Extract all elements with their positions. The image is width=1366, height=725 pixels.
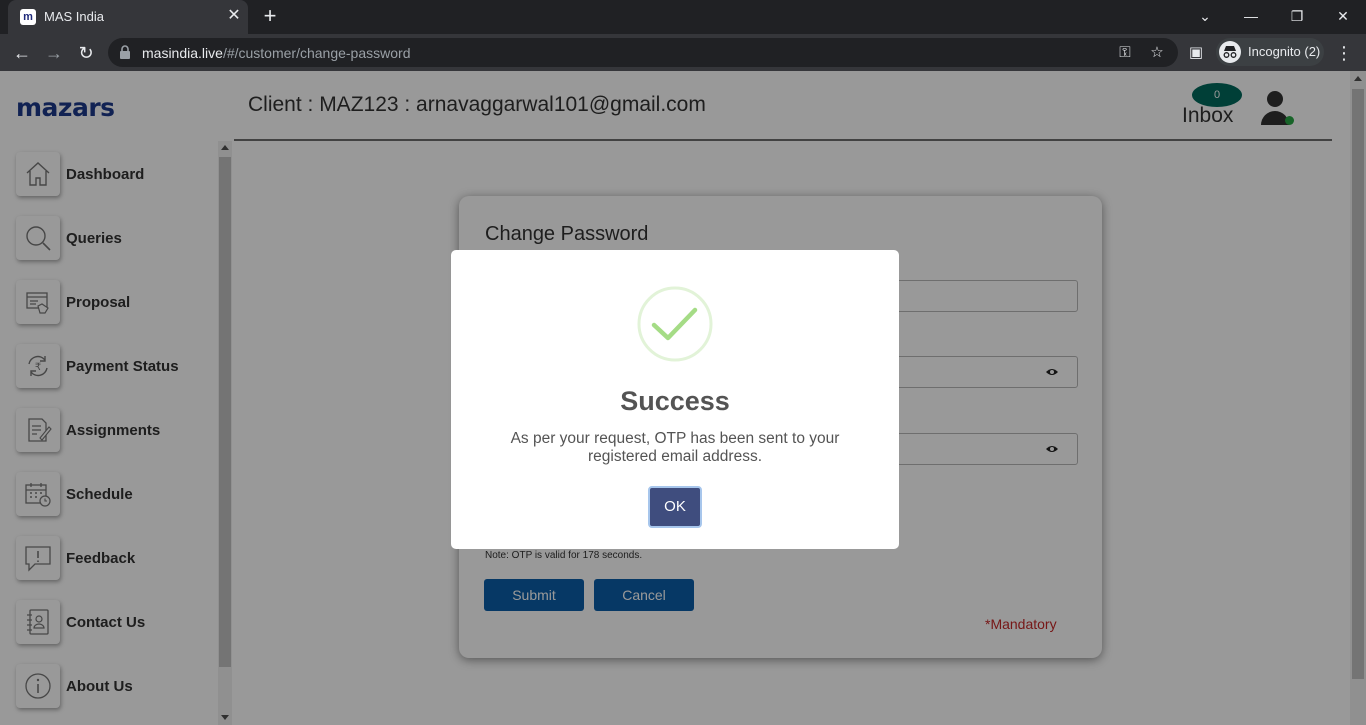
new-tab-icon[interactable]: +	[258, 5, 282, 29]
dialog-title: Success	[620, 386, 730, 416]
browser-menu-icon[interactable]: ⋮	[1334, 40, 1354, 66]
key-icon[interactable]: ⚿	[1114, 42, 1136, 64]
tab-title: MAS India	[44, 9, 104, 24]
favicon-icon: m	[20, 9, 36, 25]
address-bar[interactable]: masindia.live/#/customer/change-password…	[108, 38, 1178, 67]
close-window-icon[interactable]: ✕	[1320, 2, 1366, 30]
ok-button[interactable]: OK	[648, 486, 702, 528]
tab-search-icon[interactable]: ⌄	[1182, 2, 1228, 30]
browser-toolbar: ← → ↻ masindia.live/#/customer/change-pa…	[0, 34, 1366, 71]
side-panel-icon[interactable]: ▣	[1185, 42, 1207, 64]
close-tab-icon[interactable]: ✕	[224, 6, 244, 26]
incognito-label: Incognito (2)	[1248, 44, 1321, 59]
dialog-message: As per your request, OTP has been sent t…	[510, 430, 840, 465]
forward-icon[interactable]: →	[41, 40, 67, 66]
back-icon[interactable]: ←	[9, 40, 35, 66]
browser-tab[interactable]: m MAS India ✕	[8, 0, 248, 34]
reload-icon[interactable]: ↻	[73, 40, 99, 66]
star-icon[interactable]: ☆	[1146, 42, 1168, 64]
success-check-icon	[637, 286, 713, 362]
success-dialog: Success As per your request, OTP has bee…	[451, 250, 899, 549]
incognito-badge[interactable]: Incognito (2)	[1216, 38, 1324, 66]
url-text: masindia.live/#/customer/change-password	[142, 45, 411, 61]
minimize-icon[interactable]: —	[1228, 2, 1274, 30]
lock-icon	[120, 45, 130, 59]
app-viewport: mazars Dashboard Queries Proposal ₹ Paym…	[0, 71, 1366, 725]
incognito-icon	[1219, 41, 1241, 63]
restore-icon[interactable]: ❐	[1274, 2, 1320, 30]
browser-titlebar: m MAS India ✕ + ⌄ — ❐ ✕	[0, 0, 1366, 34]
